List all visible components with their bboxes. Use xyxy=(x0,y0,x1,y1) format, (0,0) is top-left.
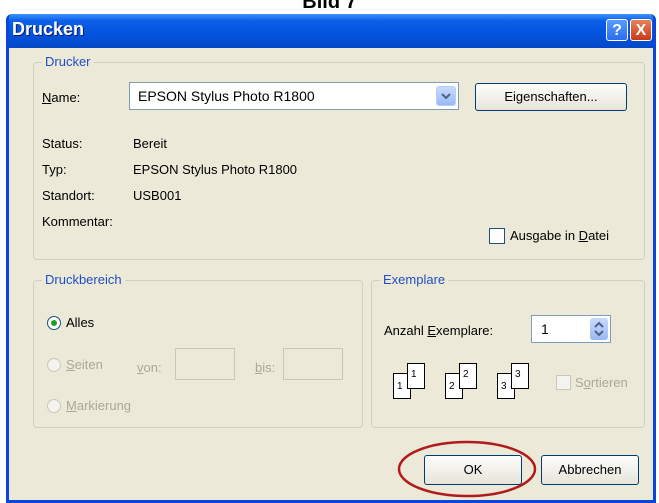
print-range-legend: Druckbereich xyxy=(42,272,125,287)
from-label: von: xyxy=(137,360,162,375)
collate-checkbox[interactable] xyxy=(556,375,571,390)
status-label: Status: xyxy=(42,136,83,151)
stepper-arrows-icon[interactable] xyxy=(590,318,608,340)
status-value: Bereit xyxy=(133,136,167,151)
dialog-title: Drucken xyxy=(12,19,85,39)
printer-select-value: EPSON Stylus Photo R1800 xyxy=(138,88,315,104)
printer-select[interactable]: EPSON Stylus Photo R1800 xyxy=(129,82,459,110)
figure-caption: Bild 7 xyxy=(302,0,357,13)
help-button[interactable]: ? xyxy=(606,19,628,41)
copies-legend: Exemplare xyxy=(380,272,449,287)
location-value: USB001 xyxy=(133,188,182,203)
copies-stepper[interactable]: 1 xyxy=(531,315,611,343)
print-to-file-checkbox[interactable] xyxy=(489,228,505,244)
print-to-file-label[interactable]: Ausgabe in Datei xyxy=(510,228,609,243)
help-icon: ? xyxy=(612,22,622,39)
printer-group-legend: Drucker xyxy=(42,54,94,69)
pages-radio[interactable] xyxy=(47,358,61,372)
selection-label[interactable]: Markierung xyxy=(66,398,131,413)
to-page-input[interactable] xyxy=(283,348,343,380)
pages-label[interactable]: Seiten xyxy=(66,357,103,372)
chevron-down-icon[interactable] xyxy=(436,86,456,106)
all-radio[interactable] xyxy=(47,316,61,330)
close-button[interactable]: X xyxy=(630,19,652,41)
print-dialog: Drucken ? X Drucker Name: EPSON Stylus P… xyxy=(6,14,656,503)
type-label: Typ: xyxy=(42,162,67,177)
ok-button-label: OK xyxy=(463,462,483,477)
cancel-button[interactable]: Abbrechen xyxy=(541,455,639,485)
collate-label[interactable]: Sortieren xyxy=(575,375,628,390)
properties-button-label: Eigenschaften... xyxy=(504,89,598,104)
collate-illustration-icon: 1 1 2 2 3 3 xyxy=(393,359,553,409)
properties-button[interactable]: Eigenschaften... xyxy=(475,83,627,111)
copies-count-label: Anzahl Exemplare: xyxy=(384,323,494,338)
name-label: Name: xyxy=(42,90,81,105)
cancel-button-label: Abbrechen xyxy=(558,462,622,477)
comment-label: Kommentar: xyxy=(42,214,113,229)
close-icon: X xyxy=(635,22,647,39)
ok-button[interactable]: OK xyxy=(424,455,522,485)
selection-radio[interactable] xyxy=(47,399,61,413)
type-value: EPSON Stylus Photo R1800 xyxy=(133,162,298,177)
title-bar: Drucken ? X xyxy=(9,14,653,48)
to-label: bis: xyxy=(255,360,276,375)
location-label: Standort: xyxy=(42,188,95,203)
copies-count-value: 1 xyxy=(541,321,549,337)
from-page-input[interactable] xyxy=(175,348,235,380)
all-label[interactable]: Alles xyxy=(66,315,94,330)
